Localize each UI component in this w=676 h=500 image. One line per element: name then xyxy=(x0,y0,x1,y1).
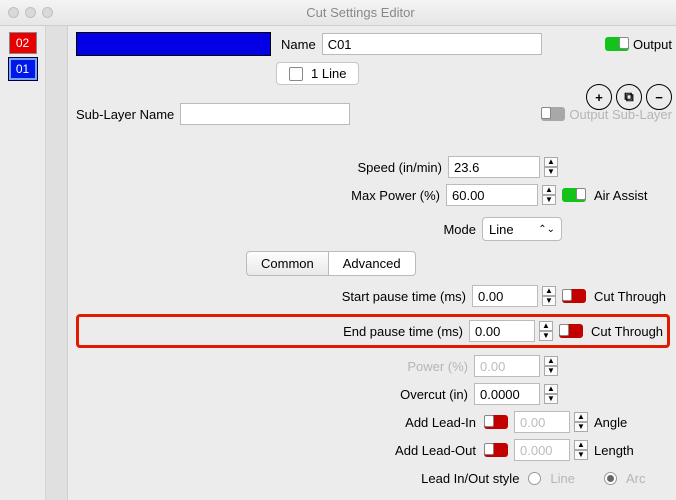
minimize-window-icon[interactable] xyxy=(25,7,36,18)
lead-out-after: Length xyxy=(594,443,670,458)
output-sublayer-toggle[interactable] xyxy=(541,107,565,121)
basic-params: Speed (in/min) ▲▼ Max Power (%) ▲▼ Air A… xyxy=(76,155,672,241)
lead-style-row: Lead In/Out style Line Arc xyxy=(76,466,670,490)
window-title: Cut Settings Editor xyxy=(53,5,668,20)
speed-label: Speed (in/min) xyxy=(357,160,442,175)
speed-spinner[interactable]: ▲▼ xyxy=(544,157,558,177)
plus-icon: + xyxy=(595,90,603,105)
main-panel: Name Output 1 Line + ⧉ − Sub-Layer Name … xyxy=(68,26,676,500)
mode-select[interactable]: Line ⌃⌄ xyxy=(482,217,562,241)
max-power-input[interactable] xyxy=(446,184,538,206)
one-line-button[interactable]: 1 Line xyxy=(276,62,359,85)
lead-in-after: Angle xyxy=(594,415,670,430)
name-label: Name xyxy=(281,37,316,52)
overcut-input[interactable] xyxy=(474,383,540,405)
sublayer-label: Sub-Layer Name xyxy=(76,107,174,122)
power-spinner: ▲▼ xyxy=(544,356,558,376)
lead-style-arc-radio[interactable] xyxy=(604,472,617,485)
overcut-spinner[interactable]: ▲▼ xyxy=(544,384,558,404)
max-power-spinner[interactable]: ▲▼ xyxy=(542,185,556,205)
zoom-window-icon[interactable] xyxy=(42,7,53,18)
lead-style-line-label: Line xyxy=(550,471,575,486)
output-toggle[interactable] xyxy=(605,37,629,51)
start-pause-input[interactable] xyxy=(472,285,538,307)
start-cut-through-label: Cut Through xyxy=(594,289,670,304)
lead-out-row: Add Lead-Out ▲▼ Length xyxy=(76,438,670,462)
copy-icon: ⧉ xyxy=(624,89,633,105)
speed-row: Speed (in/min) ▲▼ xyxy=(76,155,670,179)
overcut-label: Overcut (in) xyxy=(400,387,468,402)
icon-button-row: + ⧉ − xyxy=(586,84,672,110)
end-pause-input[interactable] xyxy=(469,320,535,342)
tabs: Common Advanced xyxy=(246,251,672,276)
sublayer-row: Sub-Layer Name Output Sub-Layer xyxy=(76,103,672,125)
lead-out-input xyxy=(514,439,570,461)
advanced-params: Start pause time (ms) ▲▼ Cut Through End… xyxy=(76,284,672,490)
tab-advanced[interactable]: Advanced xyxy=(329,251,416,276)
start-pause-spinner[interactable]: ▲▼ xyxy=(542,286,556,306)
lead-in-toggle[interactable] xyxy=(484,415,508,429)
start-cut-through-toggle[interactable] xyxy=(562,289,586,303)
end-pause-highlight: End pause time (ms) ▲▼ Cut Through xyxy=(76,314,670,348)
end-cut-through-toggle[interactable] xyxy=(559,324,583,338)
lead-out-label: Add Lead-Out xyxy=(395,443,476,458)
lead-out-toggle[interactable] xyxy=(484,443,508,457)
lead-style-label: Lead In/Out style xyxy=(421,471,519,486)
overcut-row: Overcut (in) ▲▼ xyxy=(76,382,670,406)
lead-in-label: Add Lead-In xyxy=(405,415,476,430)
start-pause-row: Start pause time (ms) ▲▼ Cut Through xyxy=(76,284,670,308)
power-row: Power (%) ▲▼ xyxy=(76,354,670,378)
name-input[interactable] xyxy=(322,33,542,55)
max-power-label: Max Power (%) xyxy=(351,188,440,203)
output-label: Output xyxy=(633,37,672,52)
close-window-icon[interactable] xyxy=(8,7,19,18)
mode-value: Line xyxy=(489,222,514,237)
lead-out-spinner: ▲▼ xyxy=(574,440,588,460)
power-input xyxy=(474,355,540,377)
lead-style-arc-label: Arc xyxy=(626,471,670,486)
lead-in-input xyxy=(514,411,570,433)
one-line-label: 1 Line xyxy=(311,66,346,81)
name-row: Name Output xyxy=(76,32,672,56)
power-label: Power (%) xyxy=(407,359,468,374)
start-pause-label: Start pause time (ms) xyxy=(342,289,466,304)
lead-in-row: Add Lead-In ▲▼ Angle xyxy=(76,410,670,434)
mode-label: Mode xyxy=(443,222,476,237)
layer-sidebar: 02 01 xyxy=(0,26,46,500)
add-button[interactable]: + xyxy=(586,84,612,110)
sublayer-input[interactable] xyxy=(180,103,350,125)
remove-button[interactable]: − xyxy=(646,84,672,110)
titlebar: Cut Settings Editor xyxy=(0,0,676,26)
mode-row: Mode Line ⌃⌄ xyxy=(76,217,670,241)
end-cut-through-label: Cut Through xyxy=(591,324,667,339)
sidebar-gutter xyxy=(46,26,68,500)
content-area: 02 01 Name Output 1 Line + ⧉ − S xyxy=(0,26,676,500)
chevron-updown-icon: ⌃⌄ xyxy=(538,224,555,235)
end-pause-spinner[interactable]: ▲▼ xyxy=(539,321,553,341)
end-pause-row: End pause time (ms) ▲▼ Cut Through xyxy=(79,319,667,343)
air-assist-label: Air Assist xyxy=(594,188,670,203)
one-line-checkbox-icon xyxy=(289,67,303,81)
lead-in-spinner: ▲▼ xyxy=(574,412,588,432)
one-line-row: 1 Line xyxy=(76,62,672,85)
layer-color-swatch[interactable] xyxy=(76,32,271,56)
end-pause-label: End pause time (ms) xyxy=(343,324,463,339)
speed-input[interactable] xyxy=(448,156,540,178)
window-controls xyxy=(8,7,53,18)
tab-common[interactable]: Common xyxy=(246,251,329,276)
lead-style-line-radio[interactable] xyxy=(528,472,541,485)
layer-tile-02[interactable]: 02 xyxy=(9,32,37,54)
copy-button[interactable]: ⧉ xyxy=(616,84,642,110)
layer-tile-01[interactable]: 01 xyxy=(9,58,37,80)
max-power-row: Max Power (%) ▲▼ Air Assist xyxy=(76,183,670,207)
air-assist-toggle[interactable] xyxy=(562,188,586,202)
minus-icon: − xyxy=(655,90,663,105)
